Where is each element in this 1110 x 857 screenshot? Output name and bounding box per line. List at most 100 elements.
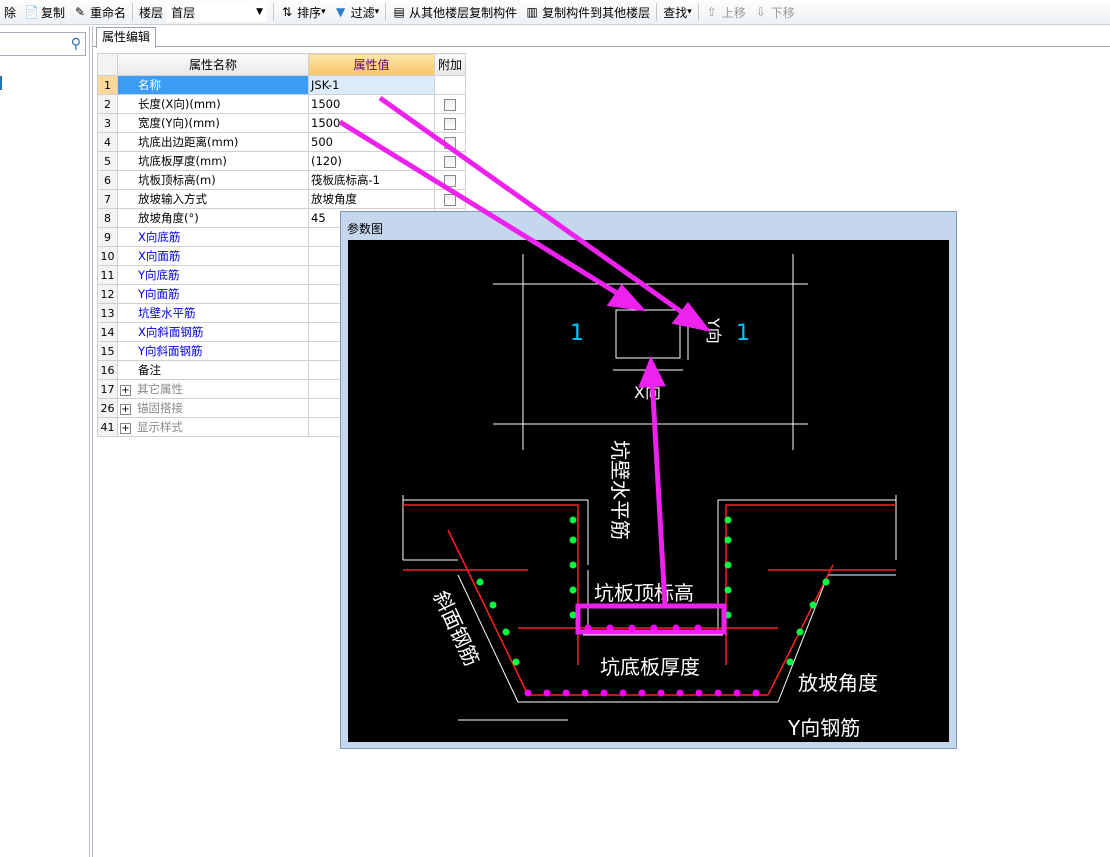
property-value[interactable]: 放坡角度 <box>308 189 435 209</box>
toolbar-button-2[interactable]: ✎ 重命名 <box>69 1 130 23</box>
rebar-dot <box>796 628 804 636</box>
property-name-cell[interactable]: Y向面筋 <box>117 284 309 304</box>
expand-icon[interactable]: + <box>120 404 131 415</box>
row-number: 9 <box>97 227 118 247</box>
pit-diagram: 1 1 Y向 X向 坑壁水平筋 坑板顶标高 斜面钢筋 坑底板厚度 放坡角度 Y向… <box>402 254 897 740</box>
header-name[interactable]: 属性名称 <box>117 53 309 76</box>
header-attach[interactable]: 附加 <box>434 53 466 76</box>
search-input[interactable]: ⚲ <box>0 32 86 56</box>
slope-rebar-label: 斜面钢筋 <box>428 587 484 670</box>
property-name: Y向面筋 <box>138 287 180 301</box>
tree-selection-marker <box>0 76 2 90</box>
attach-checkbox[interactable] <box>444 193 456 206</box>
property-name-cell[interactable]: 长度(X向)(mm) <box>117 94 309 114</box>
property-value[interactable]: 500 <box>308 132 435 152</box>
toolbar-button-5[interactable]: ▼ 过滤 ▾ <box>330 1 384 23</box>
table-row[interactable]: 7 放坡输入方式 放坡角度 <box>97 189 466 209</box>
table-row[interactable]: 3 宽度(Y向)(mm) 1500 <box>97 113 466 133</box>
row-number: 2 <box>97 94 118 114</box>
property-name: 坑板顶标高(m) <box>138 173 216 187</box>
row-number: 4 <box>97 132 118 152</box>
property-value[interactable]: (120) <box>308 151 435 171</box>
property-name: 显示样式 <box>137 420 183 434</box>
property-name: 名称 <box>138 78 161 92</box>
rename-icon: ✎ <box>75 5 86 19</box>
property-name-cell[interactable]: X向面筋 <box>117 246 309 266</box>
property-name-cell[interactable]: Y向底筋 <box>117 265 309 285</box>
attach-cell <box>434 94 466 114</box>
rebar-dot <box>694 624 702 632</box>
property-name-cell[interactable]: + 锚固搭接 <box>117 398 309 418</box>
section-label-right: 1 <box>736 321 750 346</box>
toolbar-label: 楼层 <box>139 5 164 20</box>
table-row[interactable]: 6 坑板顶标高(m) 筏板底标高-1 <box>97 170 466 190</box>
rebar-dot <box>619 689 627 697</box>
property-name: 放坡输入方式 <box>138 192 207 206</box>
expand-icon[interactable]: + <box>120 423 131 434</box>
toolbar-button-3[interactable]: 楼层 <box>135 1 167 23</box>
row-number: 16 <box>97 360 118 380</box>
toolbar-button-7[interactable]: ▥ 复制构件到其他楼层 <box>521 1 654 23</box>
table-row[interactable]: 1 名称 JSK-1 <box>97 75 466 95</box>
attach-checkbox[interactable] <box>444 174 456 187</box>
property-name-cell[interactable]: 放坡角度(°) <box>117 208 309 228</box>
rebar-dot <box>657 689 665 697</box>
property-name-cell[interactable]: 坑壁水平筋 <box>117 303 309 323</box>
expand-icon[interactable]: + <box>120 385 131 396</box>
property-name-cell[interactable]: + 其它属性 <box>117 379 309 399</box>
header-value[interactable]: 属性值 <box>308 53 435 76</box>
toolbar-button-8[interactable]: 查找 ▾ <box>659 1 696 23</box>
property-name: 锚固搭接 <box>137 401 183 415</box>
property-name-cell[interactable]: 坑底出边距离(mm) <box>117 132 309 152</box>
toolbar-button-1[interactable]: 📄 复制 <box>20 1 69 23</box>
toolbar-label: 过滤 <box>350 5 375 20</box>
arrow-up-icon: ⇧ <box>706 5 717 19</box>
chevron-down-icon: ▾ <box>687 7 692 17</box>
property-name-cell[interactable]: + 显示样式 <box>117 417 309 437</box>
row-number: 15 <box>97 341 118 361</box>
toolbar-label: 下移 <box>770 5 795 20</box>
property-name-cell[interactable]: X向底筋 <box>117 227 309 247</box>
table-row[interactable]: 4 坑底出边距离(mm) 500 <box>97 132 466 152</box>
toolbar-label: 复制构件到其他楼层 <box>542 5 651 20</box>
x-dir-label: X向 <box>634 383 661 402</box>
toolbar-button-6[interactable]: ▤ 从其他楼层复制构件 <box>388 1 521 23</box>
rebar-dot <box>581 689 589 697</box>
copy-icon: 📄 <box>24 5 39 19</box>
arrow-down-icon: ⇩ <box>755 5 766 19</box>
table-row[interactable]: 5 坑底板厚度(mm) (120) <box>97 151 466 171</box>
tab-property-edit[interactable]: 属性编辑 <box>96 27 156 48</box>
left-panel: ⚲ <box>0 26 90 857</box>
toolbar-button-0[interactable]: 除 <box>0 1 20 23</box>
property-name-cell[interactable]: 坑底板厚度(mm) <box>117 151 309 171</box>
property-name-cell[interactable]: 名称 <box>117 75 309 95</box>
attach-checkbox[interactable] <box>444 155 456 168</box>
property-value[interactable]: 筏板底标高-1 <box>308 170 435 190</box>
rebar-dot <box>569 611 577 619</box>
attach-checkbox[interactable] <box>444 98 456 111</box>
property-name-cell[interactable]: 宽度(Y向)(mm) <box>117 113 309 133</box>
property-name-cell[interactable]: Y向斜面钢筋 <box>117 341 309 361</box>
property-name-cell[interactable]: 放坡输入方式 <box>117 189 309 209</box>
toolbar-button-4[interactable]: ⇅ 排序 ▾ <box>276 1 330 23</box>
attach-checkbox[interactable] <box>444 136 456 149</box>
row-number: 6 <box>97 170 118 190</box>
property-name-cell[interactable]: 备注 <box>117 360 309 380</box>
property-name: X向面筋 <box>138 249 181 263</box>
property-value[interactable]: 1500 <box>308 113 435 133</box>
toolbar-button-9[interactable]: ⇧ 上移 <box>701 1 750 23</box>
property-value[interactable]: 1500 <box>308 94 435 114</box>
property-value[interactable]: JSK-1 <box>308 75 435 95</box>
rebar-dot <box>724 536 732 544</box>
property-name-cell[interactable]: X向斜面钢筋 <box>117 322 309 342</box>
property-name: Y向斜面钢筋 <box>138 344 203 358</box>
table-row[interactable]: 2 长度(X向)(mm) 1500 <box>97 94 466 114</box>
search-icon[interactable]: ⚲ <box>71 36 81 52</box>
floor-select[interactable]: 首层 ▼ <box>167 2 268 22</box>
attach-checkbox[interactable] <box>444 117 456 130</box>
toolbar-button-10[interactable]: ⇩ 下移 <box>750 1 799 23</box>
rebar-dot <box>628 624 636 632</box>
rebar-dot <box>724 611 732 619</box>
property-name-cell[interactable]: 坑板顶标高(m) <box>117 170 309 190</box>
toolbar-label: 除 <box>4 5 17 20</box>
